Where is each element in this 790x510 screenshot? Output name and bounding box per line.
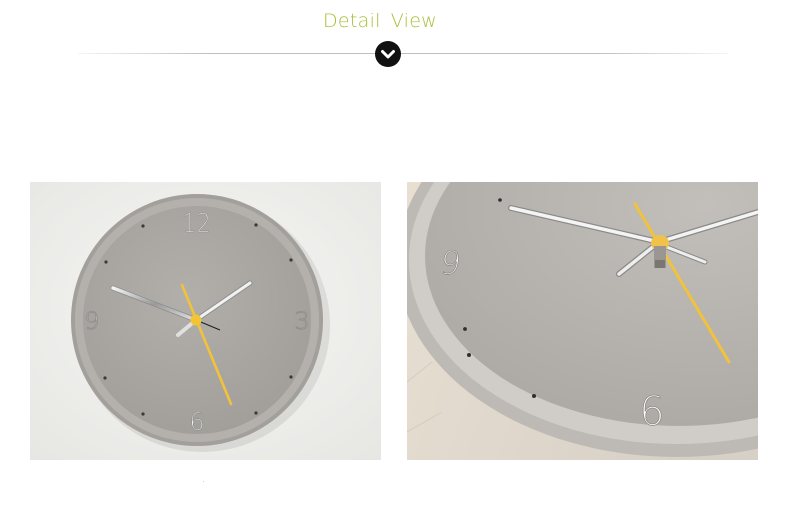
chevron-down-icon[interactable] — [375, 41, 401, 67]
numeral-12: 12 — [183, 208, 211, 238]
stray-dot — [203, 481, 204, 482]
clock-closeup-photo: 9 6 — [407, 182, 758, 460]
numeral-6: 6 — [639, 389, 664, 435]
title-word-view: View — [390, 10, 438, 32]
clock-front-photo: 12 3 6 9 — [30, 182, 381, 460]
numeral-9: 9 — [84, 307, 99, 335]
title-word-detail: Detail — [322, 10, 381, 32]
title-divider — [78, 53, 728, 54]
numeral-6: 6 — [189, 408, 204, 436]
section-title: Detail View — [0, 10, 760, 32]
numeral-3: 3 — [294, 307, 309, 335]
